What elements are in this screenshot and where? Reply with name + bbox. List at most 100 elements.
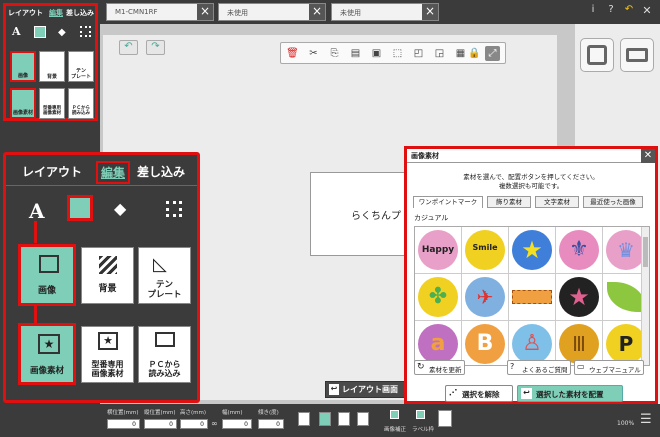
copy-icon[interactable]: ⎘ — [327, 46, 342, 61]
image-icon[interactable] — [67, 195, 93, 221]
model-material-item[interactable]: ★ 型番専用 画像素材 — [81, 326, 134, 383]
tab-label: M1-CMN1RF — [115, 8, 158, 16]
document-tab-2[interactable]: 未使用 × — [218, 3, 326, 21]
letter-p-badge-icon: P — [606, 324, 646, 364]
duplicate-icon[interactable]: ▣ — [369, 46, 384, 61]
close-icon[interactable]: ✕ — [641, 149, 655, 163]
deselect-button[interactable]: ⋰ 選択を解除 — [445, 385, 513, 402]
y-position-field[interactable]: 0 — [144, 419, 177, 429]
info-icon[interactable]: i — [586, 4, 600, 15]
tab-onepoint[interactable]: ワンポイントマーク — [413, 196, 483, 208]
tab-merge[interactable]: 差し込み — [137, 163, 185, 180]
height-field[interactable]: 0 — [180, 419, 208, 429]
delete-icon[interactable]: 🗑 — [285, 46, 300, 61]
image-material-item[interactable]: 画像素材 — [10, 88, 36, 119]
material-cell[interactable]: ⚜ — [556, 227, 603, 274]
grid-scrollbar[interactable] — [641, 227, 649, 365]
document-tab-3[interactable]: 未使用 × — [331, 3, 439, 21]
qrcode-icon[interactable] — [166, 201, 182, 217]
link-icon[interactable]: ∞ — [211, 419, 218, 428]
pc-import-item[interactable]: ＰＣから 読み込み — [138, 326, 191, 383]
undo-button[interactable]: ↶ — [119, 40, 138, 55]
tab-layout[interactable]: レイアウト — [8, 8, 43, 18]
close-icon[interactable]: × — [197, 4, 213, 20]
send-back-icon[interactable]: ◲ — [432, 46, 447, 61]
undo-icon[interactable]: ↶ — [622, 4, 636, 15]
model-material-item[interactable]: 型番専用 画像素材 — [39, 88, 65, 119]
faq-button[interactable]: ? よくあるご質問 — [507, 360, 571, 375]
tab-decoration[interactable]: 飾り素材 — [487, 196, 531, 208]
background-item[interactable]: 背景 — [81, 247, 134, 304]
image-correction-checkbox[interactable] — [390, 410, 399, 419]
tab-layout[interactable]: レイアウト — [22, 163, 82, 180]
template-item[interactable]: テン プレート — [68, 51, 94, 82]
material-cell[interactable] — [509, 274, 556, 321]
star-badge-icon: ★ — [512, 230, 552, 270]
help-icon: ? — [510, 362, 515, 371]
rotate-icon[interactable] — [338, 412, 350, 426]
save-button[interactable] — [580, 38, 614, 72]
tab-edit[interactable]: 編集 — [96, 161, 131, 184]
menu-icon[interactable]: ☰ — [640, 412, 652, 427]
bring-front-icon[interactable]: ◰ — [411, 46, 426, 61]
tab-character[interactable]: 文字素材 — [535, 196, 579, 208]
pc-import-item[interactable]: ＰＣから 読み込み — [68, 88, 94, 119]
material-grid: Happy Smile ★ ⚜ ♛ ✤ ✈ ★ a B ♙ Ⅲ P — [414, 226, 650, 366]
close-icon[interactable]: × — [422, 4, 438, 20]
kb-icon[interactable] — [438, 410, 452, 427]
lock-icon[interactable]: 🔒 — [467, 46, 482, 61]
material-cell[interactable]: Happy — [415, 227, 462, 274]
image-material-item[interactable]: ★ 画像素材 — [18, 323, 76, 385]
tab-recent[interactable]: 最近使った画像 — [583, 196, 643, 208]
shape-icon[interactable]: ◆ — [58, 27, 66, 38]
label-frame-checkbox[interactable] — [416, 410, 425, 419]
tab-label: 最近使った画像 — [590, 198, 636, 206]
angle-field[interactable]: 0 — [258, 419, 284, 429]
select-icon[interactable]: ⬚ — [390, 46, 405, 61]
image-item[interactable]: 画像 — [10, 51, 36, 82]
redo-button[interactable]: ↷ — [146, 40, 165, 55]
width-field[interactable]: 0 — [222, 419, 252, 429]
background-item[interactable]: 背景 — [39, 51, 65, 82]
qrcode-icon[interactable] — [80, 26, 91, 37]
image-item[interactable]: 画像 — [18, 244, 76, 306]
image-icon[interactable] — [34, 26, 46, 38]
happy-badge-icon: Happy — [418, 230, 458, 270]
back-icon: ↩ — [521, 388, 532, 399]
edit-toolbar: 🗑 ✂ ⎘ ▤ ▣ ⬚ ◰ ◲ ▦ 🔒 ⤢ — [280, 42, 506, 64]
tab-merge[interactable]: 差し込み — [66, 8, 94, 18]
button-label: 選択した素材を配置 — [536, 390, 604, 399]
transform-icon[interactable]: ⤢ — [485, 46, 500, 61]
template-item[interactable]: ◺ テン プレート — [138, 247, 191, 304]
close-window-icon[interactable]: ✕ — [640, 4, 654, 17]
help-icon[interactable]: ? — [604, 4, 618, 15]
close-icon[interactable]: × — [309, 4, 325, 20]
shape-icon[interactable]: ◆ — [114, 199, 126, 218]
image-icon — [39, 255, 59, 273]
scrollbar-thumb[interactable] — [643, 237, 648, 267]
text-icon[interactable]: A — [12, 25, 21, 38]
document-tab-1[interactable]: M1-CMN1RF × — [106, 3, 214, 21]
align-icon[interactable]: ▦ — [453, 46, 468, 61]
material-cell[interactable]: Smile — [462, 227, 509, 274]
cut-icon[interactable]: ✂ — [306, 46, 321, 61]
update-materials-button[interactable]: ↻ 素材を更新 — [414, 360, 465, 375]
layout-screen-button[interactable]: ↩ レイアウト画面 — [325, 381, 410, 398]
text-icon[interactable]: A — [29, 199, 45, 223]
material-cell[interactable]: ✤ — [415, 274, 462, 321]
material-cell[interactable]: ★ — [509, 227, 556, 274]
place-selected-button[interactable]: ↩ 選択した素材を配置 — [517, 385, 623, 402]
x-position-field[interactable]: 0 — [107, 419, 140, 429]
material-cell[interactable]: ✈ — [462, 274, 509, 321]
page-icon[interactable] — [319, 412, 331, 426]
text-object[interactable]: らくちんプ — [310, 172, 410, 256]
print-button[interactable] — [620, 38, 654, 72]
tab-edit[interactable]: 編集 — [49, 8, 63, 18]
material-cell[interactable]: B — [462, 321, 509, 365]
paste-icon[interactable]: ▤ — [348, 46, 363, 61]
web-manual-button[interactable]: ▭ ウェブマニュアル — [574, 360, 644, 375]
orientation-icon[interactable] — [298, 412, 310, 426]
flip-icon[interactable] — [357, 412, 369, 426]
material-cell[interactable]: ★ — [556, 274, 603, 321]
title-bar: M1-CMN1RF × 未使用 × 未使用 × i ? ↶ ✕ — [0, 0, 660, 24]
